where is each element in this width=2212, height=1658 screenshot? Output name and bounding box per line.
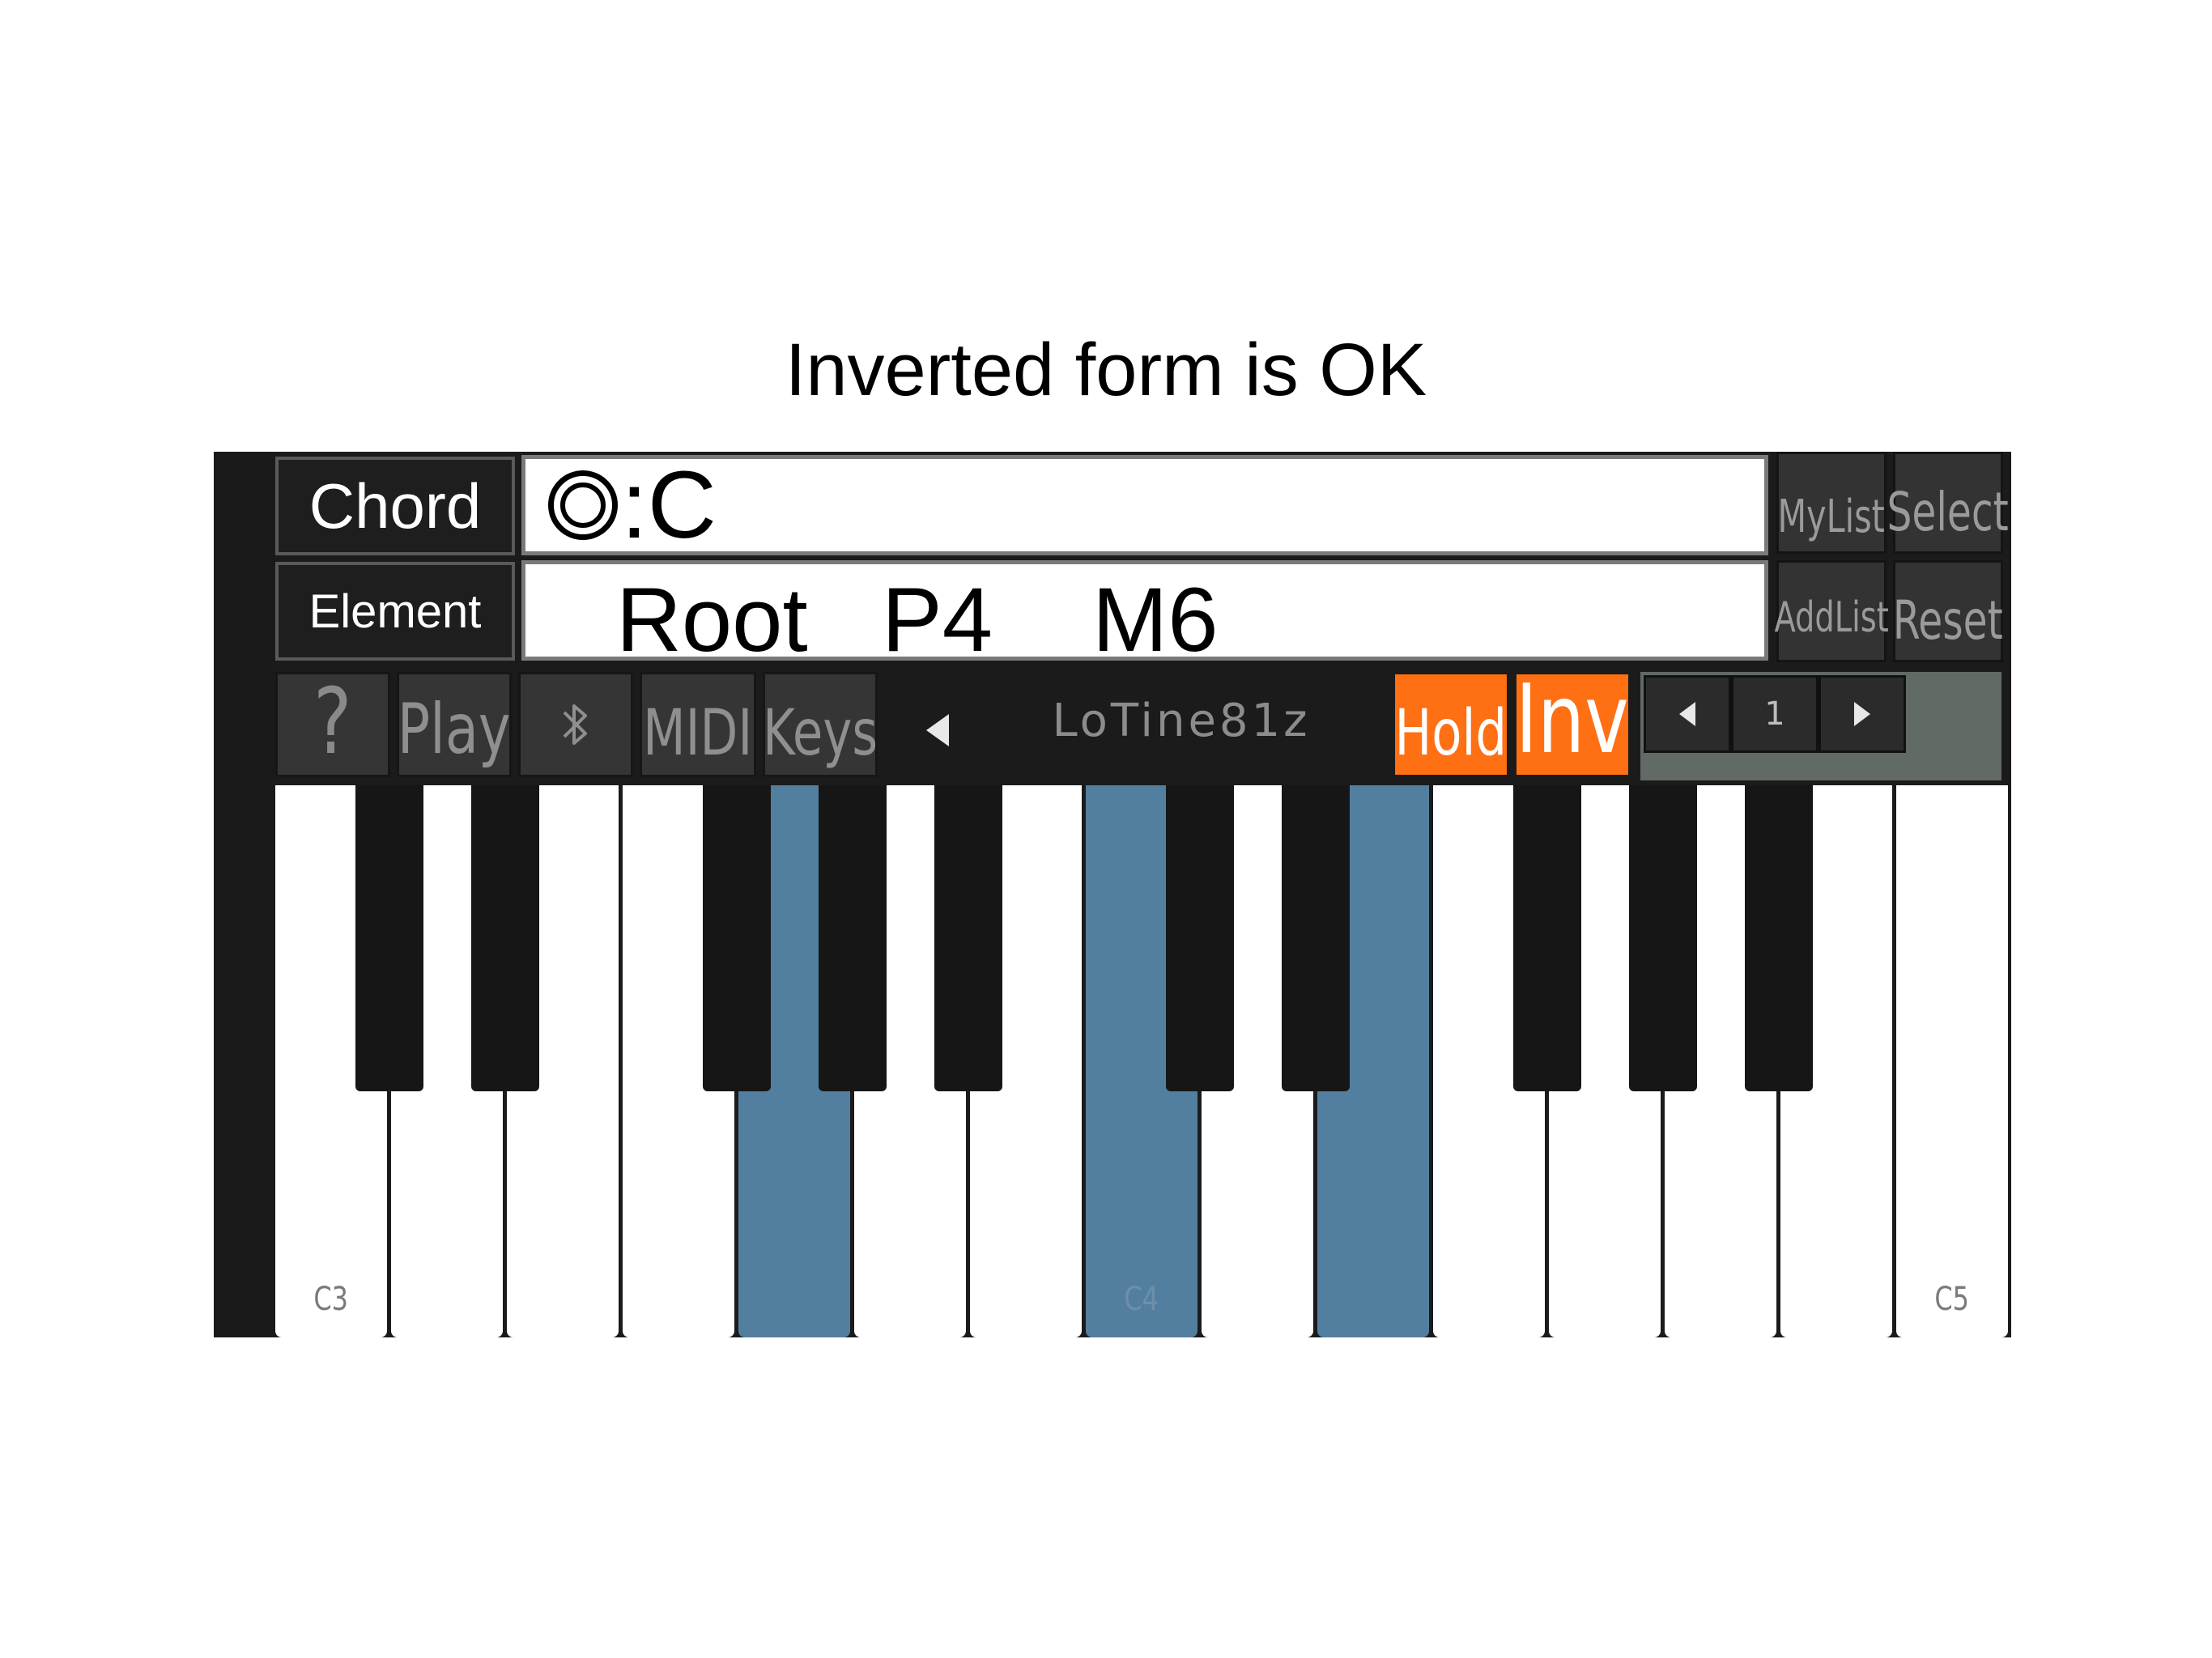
chord-value: :C [621, 452, 717, 559]
black-key-asharp3[interactable] [934, 785, 1002, 1091]
arrow-left-icon [1679, 702, 1695, 726]
stepper-value: 1 [1731, 675, 1819, 753]
chord-field: :C [521, 452, 1768, 559]
select-button[interactable]: Select [1887, 452, 2009, 554]
bluetooth-button[interactable] [518, 672, 633, 777]
black-key-fsharp3[interactable] [703, 785, 771, 1091]
black-key-gsharp3[interactable] [819, 785, 887, 1091]
left-bar [214, 452, 275, 1337]
element-p4: P4 [882, 569, 993, 670]
element-label: Element [275, 562, 515, 661]
black-key-dsharp4[interactable] [1282, 785, 1350, 1091]
arrow-right-icon [1854, 702, 1870, 726]
piano-keyboard: C3 C4 C5 [275, 785, 2011, 1337]
keys-button[interactable]: Keys [763, 672, 878, 777]
key-label: C5 [1934, 1281, 1970, 1318]
bluetooth-icon [563, 704, 587, 745]
inv-button[interactable]: Inv [1514, 672, 1631, 777]
preset-name: LoTine81z [1052, 695, 1311, 747]
chord-label: Chord [275, 457, 515, 555]
key-label: C4 [1124, 1281, 1159, 1318]
addlist-button[interactable]: AddList [1774, 560, 1889, 662]
mylist-button[interactable]: MyList [1776, 452, 1887, 554]
preset-prev-icon[interactable] [926, 714, 949, 746]
black-key-csharp3[interactable] [355, 785, 423, 1091]
play-button[interactable]: Play [397, 672, 512, 777]
hold-button[interactable]: Hold [1393, 672, 1509, 777]
element-m6: M6 [1092, 569, 1219, 670]
black-key-gsharp4[interactable] [1629, 785, 1697, 1091]
element-root: Root [616, 569, 808, 670]
stepper-increment-button[interactable] [1819, 675, 1906, 753]
element-field: Root P4 M6 [521, 560, 1768, 670]
black-key-asharp4[interactable] [1745, 785, 1813, 1091]
key-label: C3 [313, 1281, 349, 1318]
double-circle-icon [548, 470, 618, 540]
help-button[interactable]: ? [275, 672, 390, 777]
black-key-fsharp4[interactable] [1513, 785, 1581, 1091]
black-key-csharp4[interactable] [1166, 785, 1234, 1091]
black-key-dsharp3[interactable] [471, 785, 539, 1091]
stepper-decrement-button[interactable] [1644, 675, 1731, 753]
white-key-c5[interactable]: C5 [1896, 785, 2008, 1337]
reset-button[interactable]: Reset [1893, 560, 2003, 662]
caption: Inverted form is OK [785, 329, 1427, 411]
midi-button[interactable]: MIDI [640, 672, 756, 777]
chord-app: Chord :C Element Root P4 M6 MyList Selec… [214, 452, 2011, 1337]
